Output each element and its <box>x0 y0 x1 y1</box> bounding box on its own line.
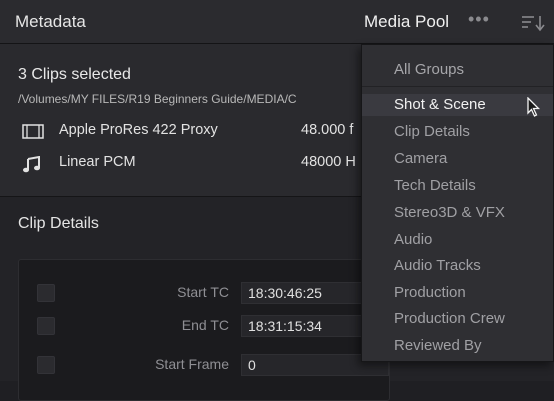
selection-count: 3 Clips selected <box>18 66 131 83</box>
more-options-icon[interactable]: ••• <box>468 9 490 30</box>
media-pool-button[interactable]: Media Pool <box>364 12 449 32</box>
menu-item-reviewed-by[interactable]: Reviewed By <box>394 337 482 354</box>
menu-item-stereo3d-vfx[interactable]: Stereo3D & VFX <box>394 204 505 221</box>
field-row-end-tc: End TC 18:31:15:34 <box>19 315 389 339</box>
section-title: Clip Details <box>18 215 99 232</box>
end-tc-checkbox[interactable] <box>37 317 55 335</box>
music-note-icon <box>22 155 42 177</box>
audio-sample-rate: 48000 H <box>301 154 356 170</box>
menu-item-audio-tracks[interactable]: Audio Tracks <box>394 257 481 274</box>
audio-codec-label: Linear PCM <box>59 154 136 170</box>
menu-item-shot-scene[interactable]: Shot & Scene <box>394 96 486 113</box>
menu-item-production[interactable]: Production <box>394 284 466 301</box>
menu-item-audio[interactable]: Audio <box>394 231 432 248</box>
clip-details-fields: Start TC 18:30:46:25 End TC 18:31:15:34 … <box>18 259 390 401</box>
film-icon <box>22 124 44 143</box>
menu-item-production-crew[interactable]: Production Crew <box>394 310 505 327</box>
mouse-pointer-icon <box>527 96 541 122</box>
menu-item-camera[interactable]: Camera <box>394 150 447 167</box>
sort-icon[interactable] <box>520 13 550 33</box>
panel-header: Metadata Media Pool ••• <box>0 0 554 44</box>
start-tc-checkbox[interactable] <box>37 284 55 302</box>
field-row-start-tc: Start TC 18:30:46:25 <box>19 282 389 306</box>
field-label: Start Frame <box>155 356 229 372</box>
panel-title: Metadata <box>15 12 86 31</box>
menu-item-clip-details[interactable]: Clip Details <box>394 123 470 140</box>
menu-separator <box>362 86 553 87</box>
menu-item-all-groups[interactable]: All Groups <box>394 61 464 78</box>
field-label: Start TC <box>177 284 229 300</box>
field-label: End TC <box>181 317 229 333</box>
file-path: /Volumes/MY FILES/R19 Beginners Guide/ME… <box>18 92 297 106</box>
video-frame-rate: 48.000 f <box>301 122 354 138</box>
field-row-start-frame: Start Frame 0 <box>19 354 389 378</box>
menu-item-tech-details[interactable]: Tech Details <box>394 177 476 194</box>
metadata-group-menu: All Groups Shot & Scene Clip Details Cam… <box>361 44 554 362</box>
start-frame-checkbox[interactable] <box>37 356 55 374</box>
video-codec-label: Apple ProRes 422 Proxy <box>59 122 218 138</box>
